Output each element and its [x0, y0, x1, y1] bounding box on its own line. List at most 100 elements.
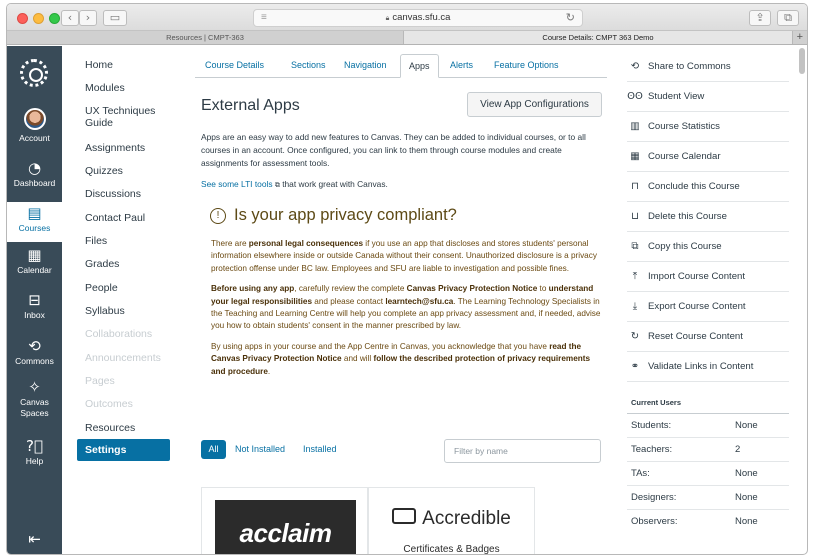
- accredible-logo: Accredible: [369, 508, 534, 530]
- course-nav-announcements[interactable]: Announcements: [85, 352, 161, 364]
- browser-tab-active[interactable]: Course Details: CMPT 363 Demo: [403, 31, 793, 44]
- course-nav-assignments[interactable]: Assignments: [85, 142, 145, 154]
- settings-tabs: Course Details Sections Navigation Apps …: [195, 54, 607, 78]
- import-icon: ⤒: [632, 271, 638, 282]
- tab-alerts[interactable]: Alerts: [442, 54, 481, 78]
- student-view-button[interactable]: ʘʘ Student View: [627, 82, 789, 112]
- link-icon: ⚭: [630, 361, 640, 372]
- filter-installed[interactable]: Installed: [303, 440, 337, 459]
- page-scrollbar[interactable]: [799, 48, 805, 74]
- privacy-heading: ! Is your app privacy compliant?: [210, 206, 457, 225]
- course-nav-resources[interactable]: Resources: [85, 422, 135, 434]
- reset-course-content-button[interactable]: ↻ Reset Course Content: [627, 322, 789, 352]
- import-course-content-button[interactable]: ⤒ Import Course Content: [627, 262, 789, 292]
- current-users-row: Designers: None: [627, 486, 789, 510]
- glasses-icon: ʘʘ: [627, 91, 643, 102]
- view-app-configurations-button[interactable]: View App Configurations: [467, 92, 602, 117]
- trash-icon: ⊔: [631, 211, 639, 222]
- lti-tools-link[interactable]: See some LTI tools: [201, 179, 273, 189]
- privacy-paragraph-1: There are personal legal consequences if…: [211, 239, 597, 273]
- global-nav-inbox[interactable]: ⊟ Inbox: [7, 292, 62, 332]
- course-actions-sidebar: ⟲ Share to Commons ʘʘ Student View ▥ Course…: [619, 46, 797, 554]
- zoom-window-button[interactable]: [49, 13, 60, 24]
- export-course-content-button[interactable]: ⤓ Export Course Content: [627, 292, 789, 322]
- export-icon: ⤓: [632, 301, 638, 312]
- global-navigation: Account ◔ Dashboard ▤ Courses ▦ Calendar…: [7, 46, 62, 554]
- reload-icon[interactable]: ↻: [566, 10, 575, 26]
- current-users-title: Current Users: [631, 398, 682, 407]
- copy-icon: ⧉: [631, 241, 639, 252]
- filter-all-button[interactable]: All: [201, 440, 226, 459]
- browser-tabbar: Resources | CMPT-363 Course Details: CMP…: [7, 31, 807, 45]
- course-nav-outcomes[interactable]: Outcomes: [85, 398, 133, 410]
- spaces-icon: ✧: [28, 378, 41, 396]
- dashboard-icon: ◔: [27, 159, 42, 177]
- course-nav-ux-techniques-guide[interactable]: UX Techniques Guide: [85, 105, 165, 129]
- new-tab-icon[interactable]: +: [797, 31, 803, 44]
- tab-sections[interactable]: Sections: [283, 54, 334, 78]
- global-nav-help[interactable]: ?⃝ Help: [7, 438, 62, 474]
- current-users-row: Students: None: [627, 414, 789, 438]
- canvas-logo-icon[interactable]: [20, 59, 48, 87]
- course-nav-grades[interactable]: Grades: [85, 258, 119, 270]
- collapse-nav-icon[interactable]: ⇤: [7, 531, 62, 549]
- browser-tab[interactable]: Resources | CMPT-363: [7, 31, 403, 44]
- reader-icon[interactable]: ≡: [261, 10, 267, 26]
- external-link-icon: ⧉: [274, 182, 280, 189]
- course-nav-files[interactable]: Files: [85, 235, 107, 247]
- course-nav-quizzes[interactable]: Quizzes: [85, 165, 123, 177]
- commons-icon: ⟲: [630, 61, 640, 72]
- forward-icon[interactable]: ›: [79, 10, 97, 26]
- tab-course-details[interactable]: Course Details: [197, 54, 272, 78]
- course-nav-pages[interactable]: Pages: [85, 375, 115, 387]
- global-nav-calendar[interactable]: ▦ Calendar: [7, 247, 62, 287]
- validate-links-button[interactable]: ⚭ Validate Links in Content: [627, 352, 789, 382]
- global-nav-dashboard[interactable]: ◔ Dashboard: [7, 160, 62, 200]
- course-nav-people[interactable]: People: [85, 282, 118, 294]
- tab-navigation[interactable]: Navigation: [336, 54, 395, 78]
- global-nav-courses[interactable]: ▤ Courses: [7, 202, 62, 242]
- current-users-row: Observers: None: [631, 516, 758, 527]
- browser-window: ‹ › ▭ ≡ 🔒︎ canvas.sfu.ca ↻ ⇪ ⧉ Resources …: [6, 3, 808, 555]
- browser-titlebar: ‹ › ▭ ≡ 🔒︎ canvas.sfu.ca ↻ ⇪ ⧉: [7, 4, 807, 31]
- minimize-window-button[interactable]: [33, 13, 44, 24]
- apps-intro-text: Apps are an easy way to add new features…: [201, 132, 586, 168]
- course-nav-collaborations[interactable]: Collaborations: [85, 328, 152, 340]
- help-icon: ?⃝: [26, 437, 43, 455]
- course-statistics-button[interactable]: ▥ Course Statistics: [627, 112, 789, 142]
- calendar-icon: ▦: [27, 246, 42, 264]
- back-icon[interactable]: ‹: [61, 10, 79, 26]
- calendar-icon: ▦: [630, 151, 640, 162]
- app-card-acclaim[interactable]: acclaim: [201, 487, 368, 554]
- commons-icon: ⟲: [28, 337, 41, 355]
- accredible-subtitle: Certificates & Badges: [403, 544, 500, 555]
- url-text: canvas.sfu.ca: [392, 12, 451, 23]
- course-nav-home[interactable]: Home: [85, 59, 113, 71]
- share-to-commons-button[interactable]: ⟲ Share to Commons: [627, 52, 789, 82]
- filter-by-name-input[interactable]: Filter by name: [444, 439, 601, 463]
- course-nav-syllabus[interactable]: Syllabus: [85, 305, 125, 317]
- delete-course-button[interactable]: ⊔ Delete this Course: [627, 202, 789, 232]
- copy-course-button[interactable]: ⧉ Copy this Course: [627, 232, 789, 262]
- share-icon[interactable]: ⇪: [749, 10, 771, 26]
- global-nav-canvas-spaces[interactable]: ✧ Canvas Spaces: [7, 379, 62, 425]
- tab-apps[interactable]: Apps: [400, 54, 439, 78]
- app-card-accredible[interactable]: Accredible Certificates & Badges: [368, 487, 535, 555]
- lock-icon: ⊓: [631, 181, 639, 192]
- course-nav-settings[interactable]: Settings: [77, 439, 170, 461]
- privacy-warning-icon: !: [210, 208, 226, 224]
- acclaim-logo: acclaim: [215, 500, 356, 554]
- global-nav-commons[interactable]: ⟲ Commons: [7, 338, 62, 374]
- conclude-course-button[interactable]: ⊓ Conclude this Course: [627, 172, 789, 202]
- address-bar[interactable]: ≡ 🔒︎ canvas.sfu.ca ↻: [253, 9, 583, 27]
- course-nav-modules[interactable]: Modules: [85, 82, 125, 94]
- course-nav-contact-paul[interactable]: Contact Paul: [85, 212, 145, 224]
- sidebar-toggle-icon[interactable]: ▭: [103, 10, 127, 26]
- course-nav-discussions[interactable]: Discussions: [85, 188, 141, 200]
- global-nav-account[interactable]: Account: [7, 108, 62, 150]
- tabs-overview-icon[interactable]: ⧉: [777, 10, 799, 26]
- tab-feature-options[interactable]: Feature Options: [486, 54, 567, 78]
- close-window-button[interactable]: [17, 13, 28, 24]
- course-calendar-button[interactable]: ▦ Course Calendar: [627, 142, 789, 172]
- filter-not-installed[interactable]: Not Installed: [235, 440, 285, 459]
